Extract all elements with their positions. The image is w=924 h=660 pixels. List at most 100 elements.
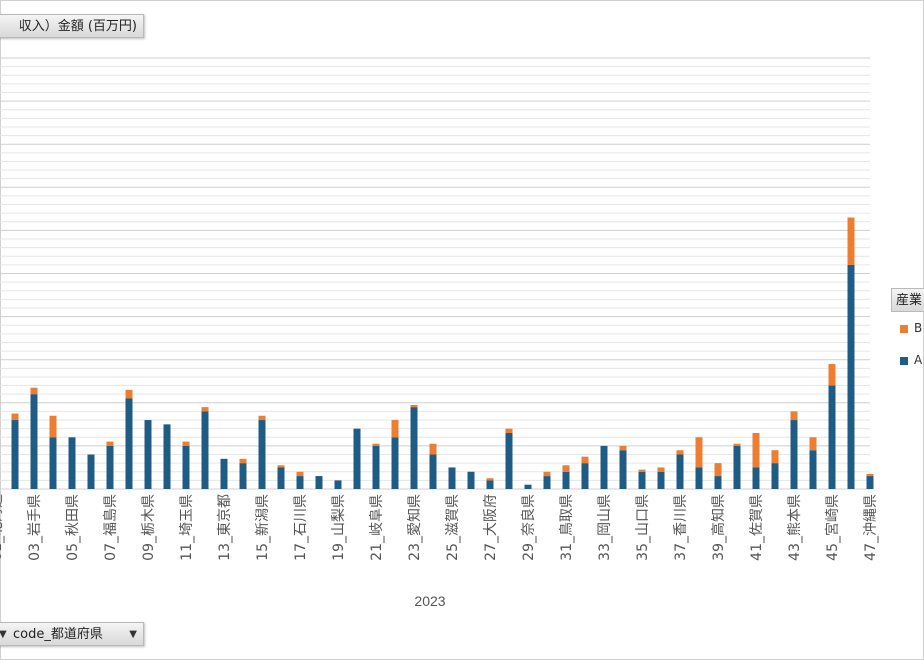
bar-a — [581, 463, 589, 489]
bar-b — [258, 415, 266, 421]
legend-swatch-b — [900, 324, 908, 333]
bar-a — [866, 476, 874, 489]
bar-a — [49, 437, 57, 489]
x-tick-label: 19_山梨県 — [331, 494, 347, 561]
bar-a — [315, 476, 323, 489]
axis-field-label: code_都道府県 — [13, 627, 103, 642]
bar-a — [676, 454, 684, 489]
legend-item-a[interactable]: A — [900, 353, 922, 367]
bar-a — [334, 480, 342, 489]
sort-arrow-icon[interactable]: ▼ — [0, 623, 7, 647]
bar-a — [543, 476, 551, 489]
bar-a — [125, 398, 133, 489]
legend-field-button[interactable]: 産業 — [891, 288, 924, 312]
bar-a — [790, 420, 798, 489]
bar-b — [657, 467, 665, 472]
bar-a — [87, 454, 95, 489]
bar-a — [809, 450, 817, 489]
bar-b — [619, 445, 627, 451]
bar-a — [733, 445, 741, 489]
bar-b — [790, 411, 798, 421]
bar-a — [486, 480, 494, 489]
bar-a — [353, 428, 361, 489]
x-tick-label: 03_岩手県 — [27, 494, 43, 561]
bar-a — [771, 463, 779, 489]
bar-b — [277, 465, 285, 468]
bar-b — [581, 456, 589, 464]
bar-a — [106, 445, 114, 489]
bar-b — [695, 437, 703, 468]
bar-b — [182, 441, 190, 446]
bar-a — [182, 445, 190, 489]
x-tick-label: 13_東京都 — [217, 494, 233, 561]
bar-b — [410, 404, 418, 408]
x-tick-label: 21_岐阜県 — [368, 494, 385, 561]
bar-b — [714, 463, 722, 477]
x-tick-label: 43_熊本県 — [787, 494, 803, 561]
bar-b — [106, 441, 114, 446]
legend-item-b[interactable]: B — [900, 321, 922, 335]
x-tick-label: 37_香川県 — [673, 494, 689, 561]
axis-field-button[interactable]: ▼ code_都道府県 ▼ — [0, 622, 144, 646]
bar-a — [11, 420, 19, 489]
bar-a — [277, 467, 285, 489]
bars — [11, 217, 874, 489]
bar-b — [486, 478, 494, 481]
x-tick-label: 29_奈良県 — [521, 494, 537, 561]
bar-b — [239, 458, 247, 464]
x-tick-label: 27_大阪府 — [483, 494, 499, 561]
bar-a — [258, 420, 266, 489]
x-tick-label: 09_栃木県 — [141, 494, 157, 561]
bar-b — [543, 471, 551, 477]
bar-a — [619, 450, 627, 489]
bar-a — [68, 437, 76, 489]
x-tick-label: 05_秋田県 — [65, 494, 81, 561]
bar-a — [657, 471, 665, 489]
bar-b — [201, 407, 209, 412]
value-field-button[interactable]: 収入）金額 (百万円) — [0, 14, 144, 38]
x-tick-label: 01_北海道 — [0, 494, 5, 561]
value-field-label: 収入）金額 (百万円) — [18, 19, 137, 34]
stacked-bar-chart: 01_北海道 03_岩手県 05_秋田県 07_福島県 09_栃木県 11_埼玉県 13_東… — [0, 57, 879, 609]
x-tick-label: 07_福島県 — [103, 494, 119, 561]
bar-b — [30, 387, 38, 395]
x-tick-label: 25_滋賀県 — [445, 494, 461, 561]
x-tick-label: 17_石川県 — [293, 494, 309, 561]
bar-a — [429, 454, 437, 489]
bar-b — [676, 450, 684, 455]
bar-a — [638, 471, 646, 489]
bar-a — [163, 424, 171, 489]
bar-b — [11, 413, 19, 421]
bar-a — [30, 394, 38, 489]
x-tick-label: 31_鳥取県 — [559, 494, 575, 561]
bar-a — [752, 467, 760, 489]
x-tick-label: 47_沖縄県 — [863, 494, 879, 561]
x-tick-labels: 01_北海道 03_岩手県 05_秋田県 07_福島県 09_栃木県 11_埼玉県 13_東… — [0, 494, 879, 561]
bar-a — [239, 463, 247, 489]
dropdown-arrow-icon[interactable]: ▼ — [129, 623, 137, 647]
bar-b — [847, 217, 855, 265]
bar-b — [752, 432, 760, 468]
bar-a — [828, 385, 836, 489]
x-tick-label: 23_愛知県 — [406, 494, 423, 561]
bar-b — [562, 465, 570, 472]
bar-a — [562, 471, 570, 489]
bar-b — [49, 415, 57, 438]
legend-label-a: A — [914, 353, 923, 367]
bar-b — [296, 471, 304, 477]
bar-b — [505, 428, 513, 433]
legend-swatch-a — [900, 356, 908, 365]
x-axis-label: 2023 — [414, 593, 445, 609]
bar-a — [220, 458, 228, 489]
bar-a — [714, 476, 722, 489]
x-tick-label: 35_山口県 — [635, 494, 651, 561]
x-tick-label: 45_宮崎県 — [825, 494, 841, 561]
legend-title: 産業 — [896, 293, 923, 308]
bar-a — [847, 264, 855, 489]
x-tick-label: 15_新潟県 — [255, 494, 271, 561]
legend-label-b: B — [914, 321, 923, 335]
bar-a — [296, 476, 304, 489]
bar-a — [505, 432, 513, 489]
bar-a — [372, 445, 380, 489]
bar-a — [600, 445, 608, 489]
